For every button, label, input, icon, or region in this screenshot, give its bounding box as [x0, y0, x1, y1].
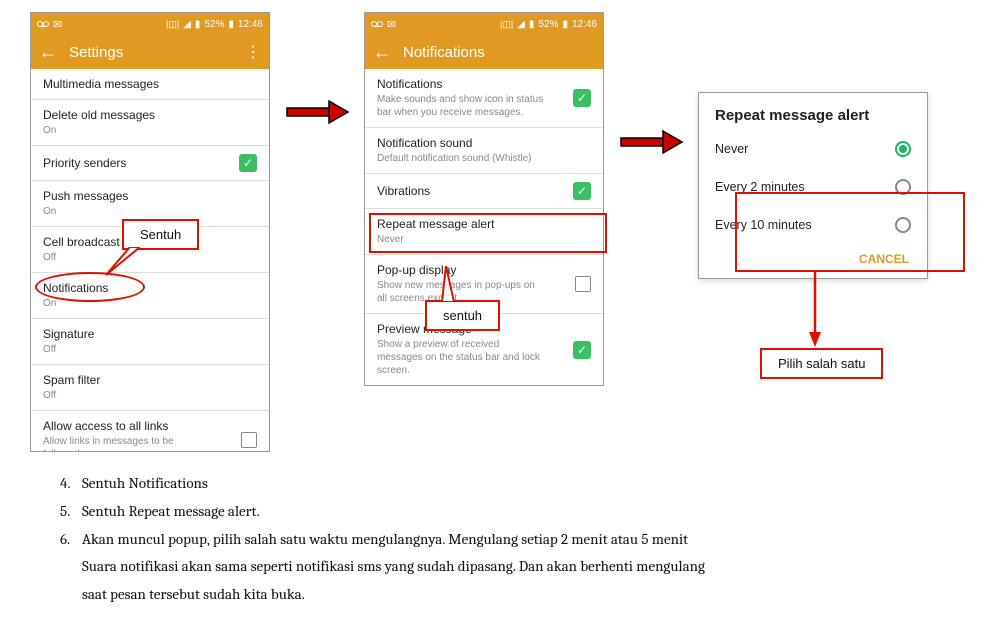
item-sound[interactable]: Notification sound Default notification s…: [365, 128, 603, 174]
wifi-icon: ◢: [183, 19, 191, 30]
back-icon[interactable]: ←: [373, 42, 391, 63]
checkbox-on-icon[interactable]: ✓: [573, 341, 591, 359]
item-multimedia[interactable]: Multimedia messages: [31, 69, 269, 100]
more-icon[interactable]: ⋮: [245, 42, 261, 62]
annotation-arrow: [800, 272, 830, 352]
item-allow-links[interactable]: Allow access to all links Allow links in …: [31, 411, 269, 452]
messenger-icon: ✉: [387, 18, 396, 31]
highlight-rect: [369, 213, 607, 253]
titlebar: ← Settings ⋮: [31, 35, 269, 69]
radio-never[interactable]: Never: [699, 130, 927, 168]
item-sub: Default notification sound (Whistle): [377, 152, 532, 165]
item-label: Allow access to all links: [43, 419, 213, 433]
page-title: Notifications: [403, 44, 485, 61]
item-label: Signature: [43, 327, 94, 341]
item-label: Priority senders: [43, 156, 126, 170]
step-number: 4.: [60, 470, 82, 498]
step-text: Akan muncul popup, pilih salah satu wakt…: [82, 526, 688, 554]
battery-text: 52%: [204, 19, 224, 30]
titlebar: ← Notifications: [365, 35, 603, 69]
item-vibrations[interactable]: Vibrations ✓: [365, 174, 603, 209]
arrow-right-icon: [282, 12, 352, 212]
callout-sentuh-1: Sentuh: [122, 219, 199, 250]
item-sub: Show a preview of received messages on t…: [377, 338, 547, 377]
item-sub: Make sounds and show icon in status bar …: [377, 93, 547, 119]
signal-icon: ▮: [195, 19, 201, 30]
callout-pilih: Pilih salah satu: [760, 348, 883, 379]
item-label: Notification sound: [377, 136, 532, 150]
callout-sentuh-2: sentuh: [425, 300, 500, 331]
voicemail-icon: [371, 19, 383, 29]
highlight-rect-options: [735, 192, 965, 272]
checkbox-off-icon[interactable]: [241, 432, 257, 448]
item-signature[interactable]: Signature Off: [31, 319, 269, 365]
item-sub: Allow links in messages to be followed.: [43, 435, 213, 452]
item-label: Notifications: [377, 77, 547, 91]
instructions-text: 4.Sentuh Notifications 5.Sentuh Repeat m…: [0, 452, 995, 609]
item-label: Spam filter: [43, 373, 100, 387]
clock-text: 12:46: [238, 19, 263, 30]
back-icon[interactable]: ←: [39, 42, 57, 63]
status-bar: ✉ |◫| ◢ ▮ 52% ▮ 12:46: [365, 13, 603, 35]
item-notifications[interactable]: Notifications Make sounds and show icon i…: [365, 69, 603, 128]
arrow-right-icon: [616, 12, 686, 212]
battery-icon: ▮: [562, 19, 568, 30]
signal-icon: ▮: [529, 19, 535, 30]
item-sub: On: [43, 124, 155, 137]
item-priority[interactable]: Priority senders ✓: [31, 146, 269, 181]
item-spam[interactable]: Spam filter Off: [31, 365, 269, 411]
voicemail-icon: [37, 19, 49, 29]
step-text: Sentuh Repeat message alert.: [82, 498, 260, 526]
item-label: Multimedia messages: [43, 77, 159, 91]
wifi-icon: ◢: [517, 19, 525, 30]
step-text: Suara notifikasi akan sama seperti notif…: [82, 553, 705, 581]
item-label: Delete old messages: [43, 108, 155, 122]
item-sub: On: [43, 205, 128, 218]
battery-text: 52%: [538, 19, 558, 30]
radio-label: Never: [715, 142, 748, 156]
step-text: saat pesan tersebut sudah kita buka.: [82, 581, 305, 609]
item-label: Push messages: [43, 189, 128, 203]
vibrate-icon: |◫|: [166, 19, 179, 30]
radio-on-icon: [895, 141, 911, 157]
battery-icon: ▮: [228, 19, 234, 30]
item-sub: Off: [43, 343, 94, 356]
item-label: Vibrations: [377, 184, 430, 198]
clock-text: 12:46: [572, 19, 597, 30]
item-sub: Off: [43, 389, 100, 402]
checkbox-on-icon[interactable]: ✓: [573, 89, 591, 107]
vibrate-icon: |◫|: [500, 19, 513, 30]
step-number: 5.: [60, 498, 82, 526]
status-bar: ✉ |◫| ◢ ▮ 52% ▮ 12:46: [31, 13, 269, 35]
messenger-icon: ✉: [53, 18, 62, 31]
item-delete-old[interactable]: Delete old messages On: [31, 100, 269, 146]
callout-pointer: [436, 266, 466, 302]
step-text: Sentuh Notifications: [82, 470, 208, 498]
checkbox-on-icon[interactable]: ✓: [573, 182, 591, 200]
checkbox-off-icon[interactable]: [575, 276, 591, 292]
page-title: Settings: [69, 44, 123, 61]
dialog-title: Repeat message alert: [699, 93, 927, 130]
checkbox-on-icon[interactable]: ✓: [239, 154, 257, 172]
step-number: 6.: [60, 526, 82, 554]
highlight-circle: [35, 272, 145, 302]
